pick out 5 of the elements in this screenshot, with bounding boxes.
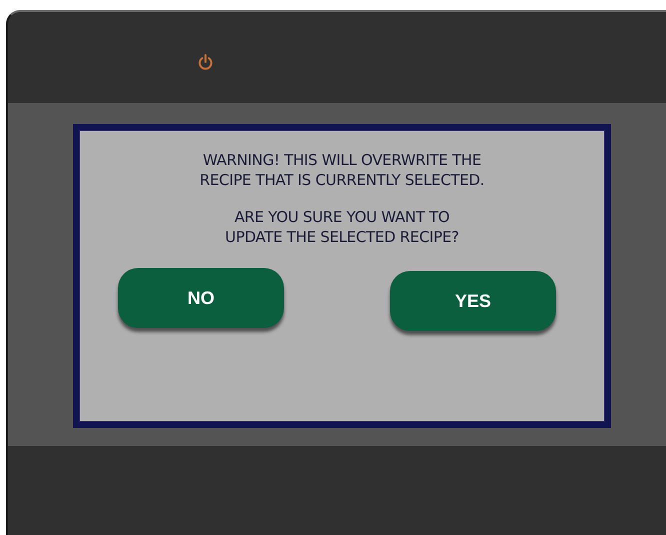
dialog-message: WARNING! THIS WILL OVERWRITE THE RECIPE THAT IS CURRENTLY SELECTED. [198, 150, 486, 190]
power-icon[interactable] [198, 54, 213, 71]
yes-button[interactable]: YES [390, 271, 556, 331]
no-button[interactable]: NO [118, 268, 284, 328]
dialog-message: ARE YOU SURE YOU WANT TO UPDATE THE SELECTED RECIPE? [224, 207, 460, 247]
